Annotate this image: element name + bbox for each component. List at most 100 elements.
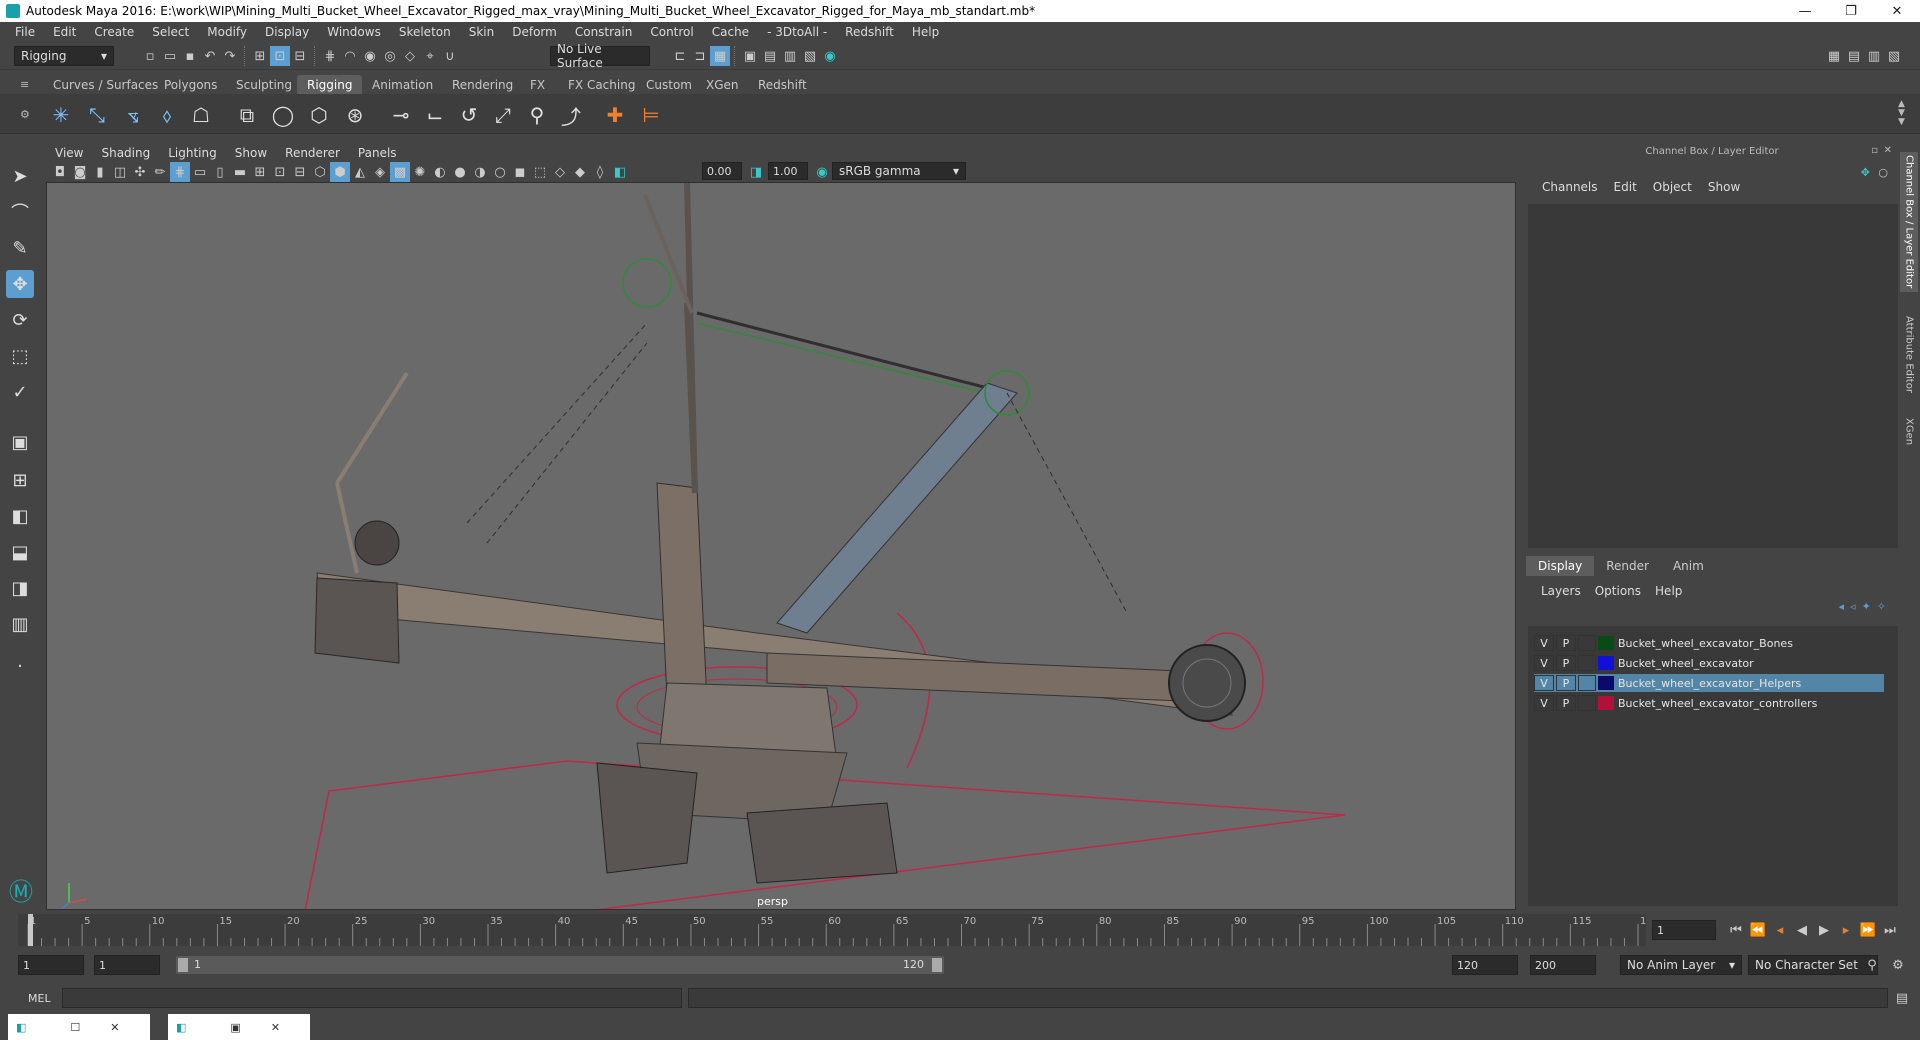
aim-constraint-icon[interactable]: ⌙ <box>420 100 450 130</box>
menu-edit[interactable]: Edit <box>44 25 85 39</box>
menu-display[interactable]: Display <box>256 25 318 39</box>
tab-animation[interactable]: Animation <box>362 75 443 94</box>
tab-attribute-editor[interactable]: Attribute Editor <box>1900 304 1918 404</box>
persp-layers-icon[interactable]: ▥ <box>6 610 34 638</box>
depth-of-field-icon[interactable]: ◼ <box>510 162 530 182</box>
playback-toggle[interactable]: P <box>1556 655 1576 671</box>
tab-channel-box-layer-editor[interactable]: Channel Box / Layer Editor <box>1900 152 1918 292</box>
tab-rendering[interactable]: Rendering <box>442 75 523 94</box>
xray-active-icon[interactable]: ◊ <box>590 162 610 182</box>
layer-color-swatch[interactable] <box>1598 636 1614 650</box>
current-time-marker[interactable] <box>28 914 33 946</box>
lasso-tool-icon[interactable]: ⌒ <box>6 198 34 226</box>
xray-joints-icon[interactable]: ◆ <box>570 162 590 182</box>
move-tool-icon[interactable]: ✥ <box>6 270 34 298</box>
playback-toggle[interactable]: P <box>1556 635 1576 651</box>
render-view-icon[interactable]: ▣ <box>740 46 760 66</box>
wireframe-icon[interactable]: ⬡ <box>310 162 330 182</box>
command-input[interactable] <box>62 988 682 1008</box>
move-layer-up-icon[interactable]: ◂ <box>1839 600 1845 613</box>
playback-start-field[interactable]: 1 <box>94 955 160 975</box>
time-slider[interactable]: 1 5 10 15 20 25 30 35 40 45 50 55 60 65 70 75 80 85 90 95 10… <box>18 914 1659 946</box>
sidebar-toggle-icon[interactable]: ▧ <box>1884 46 1904 66</box>
range-slider[interactable]: 1 120 <box>176 956 944 974</box>
tab-xgen[interactable]: XGen <box>1900 412 1918 452</box>
step-back-frame-icon[interactable]: ◂ <box>1770 920 1790 940</box>
menu-deform[interactable]: Deform <box>503 25 566 39</box>
le-menu-layers[interactable]: Layers <box>1534 584 1588 598</box>
play-forwards-icon[interactable]: ▶ <box>1814 920 1834 940</box>
visibility-toggle[interactable]: V <box>1534 675 1554 691</box>
live-surface-field[interactable]: No Live Surface <box>550 42 650 70</box>
undo-icon[interactable]: ↶ <box>200 46 220 66</box>
image-plane-icon[interactable]: ◫ <box>110 162 130 182</box>
menu-file[interactable]: File <box>6 25 44 39</box>
vp-menu-shading[interactable]: Shading <box>92 146 159 160</box>
layer-color-swatch[interactable] <box>1598 696 1614 710</box>
menu-skeleton[interactable]: Skeleton <box>390 25 460 39</box>
menu-skin[interactable]: Skin <box>460 25 504 39</box>
script-editor-icon[interactable]: ▤ <box>1892 988 1912 1008</box>
orient-constraint-icon[interactable]: ↺ <box>454 100 484 130</box>
rotate-tool-icon[interactable]: ⟳ <box>6 306 34 334</box>
output-ops-icon[interactable]: ⊐ <box>690 46 710 66</box>
tab-sculpting[interactable]: Sculpting <box>226 75 302 94</box>
field-chart-icon[interactable]: ⊞ <box>250 162 270 182</box>
insert-joint-icon[interactable]: ⬨ <box>152 100 182 130</box>
magnet-icon[interactable]: ∪ <box>440 46 460 66</box>
display-type-toggle[interactable] <box>1578 675 1596 691</box>
playback-toggle[interactable]: P <box>1556 695 1576 711</box>
manipulator-icon[interactable]: ✥ <box>1861 166 1870 179</box>
anti-aliasing-icon[interactable]: ○ <box>490 162 510 182</box>
camera-attr-icon[interactable]: ◙ <box>70 162 90 182</box>
panel-layout-icon[interactable]: ▤ <box>1844 46 1864 66</box>
tab-anim[interactable]: Anim <box>1661 556 1716 576</box>
bookmark-icon[interactable]: ▮ <box>90 162 110 182</box>
select-component-icon[interactable]: ⊟ <box>290 46 310 66</box>
gate-mask-icon[interactable]: ▬ <box>230 162 250 182</box>
textured-icon[interactable]: ▩ <box>390 162 410 182</box>
camera-select-icon[interactable]: ◘ <box>50 162 70 182</box>
vp-menu-panels[interactable]: Panels <box>349 146 406 160</box>
vp-menu-view[interactable]: View <box>46 146 92 160</box>
gamma-icon[interactable]: ◨ <box>746 162 766 182</box>
shadows-icon[interactable]: ◐ <box>430 162 450 182</box>
close-icon[interactable]: ✕ <box>271 1021 280 1034</box>
vp-menu-lighting[interactable]: Lighting <box>159 146 226 160</box>
shelf-menu-icon[interactable]: ≡ <box>20 78 29 91</box>
resolution-gate-icon[interactable]: ▯ <box>210 162 230 182</box>
tab-curves-surfaces[interactable]: Curves / Surfaces <box>43 75 168 94</box>
display-type-toggle[interactable] <box>1578 655 1596 671</box>
auto-key-icon[interactable]: ⚲ <box>1862 955 1882 975</box>
menu-redshift[interactable]: Redshift <box>836 25 903 39</box>
move-layer-down-icon[interactable]: ◃ <box>1850 600 1856 613</box>
tab-redshift[interactable]: Redshift <box>748 75 817 94</box>
channel-list[interactable] <box>1528 204 1898 548</box>
safe-title-icon[interactable]: ⊟ <box>290 162 310 182</box>
close-button[interactable]: ✕ <box>1874 4 1920 19</box>
pole-vector-icon[interactable]: ⤴ <box>556 100 586 130</box>
shelf-settings-icon[interactable]: ⚙ <box>20 108 30 121</box>
film-gate-icon[interactable]: ▭ <box>190 162 210 182</box>
restore-icon[interactable]: ☐ <box>70 1021 80 1034</box>
menuset-dropdown[interactable]: Rigging ▾ <box>14 46 114 66</box>
exposure-field[interactable]: 0.00 <box>702 162 742 180</box>
xray-icon[interactable]: ◇ <box>550 162 570 182</box>
tab-custom[interactable]: Custom <box>636 75 702 94</box>
go-to-start-icon[interactable]: ⏮ <box>1726 920 1746 940</box>
shelf-scroll-icon[interactable]: ▲ ▼ ▼ <box>1898 100 1905 127</box>
smooth-shade-icon[interactable]: ⬢ <box>330 162 350 182</box>
colorspace-dropdown[interactable]: sRGB gamma ▾ <box>832 162 966 180</box>
new-layer-selected-icon[interactable]: ✧ <box>1877 600 1886 613</box>
scale-tool-icon[interactable]: ⬚ <box>6 342 34 370</box>
parent-constraint-icon[interactable]: ⚲ <box>522 100 552 130</box>
persp-outliner-icon[interactable]: ◧ <box>6 502 34 530</box>
minimize-button[interactable]: — <box>1782 4 1828 19</box>
menu-modify[interactable]: Modify <box>198 25 256 39</box>
color-management-icon[interactable]: ◉ <box>812 162 832 182</box>
ipr-render-icon[interactable]: ▥ <box>780 46 800 66</box>
workspace-icon[interactable]: ▦ <box>1824 46 1844 66</box>
display-type-toggle[interactable] <box>1578 635 1596 651</box>
locator-icon[interactable]: ✚ <box>600 100 630 130</box>
wrap-icon[interactable]: ⊛ <box>340 100 370 130</box>
